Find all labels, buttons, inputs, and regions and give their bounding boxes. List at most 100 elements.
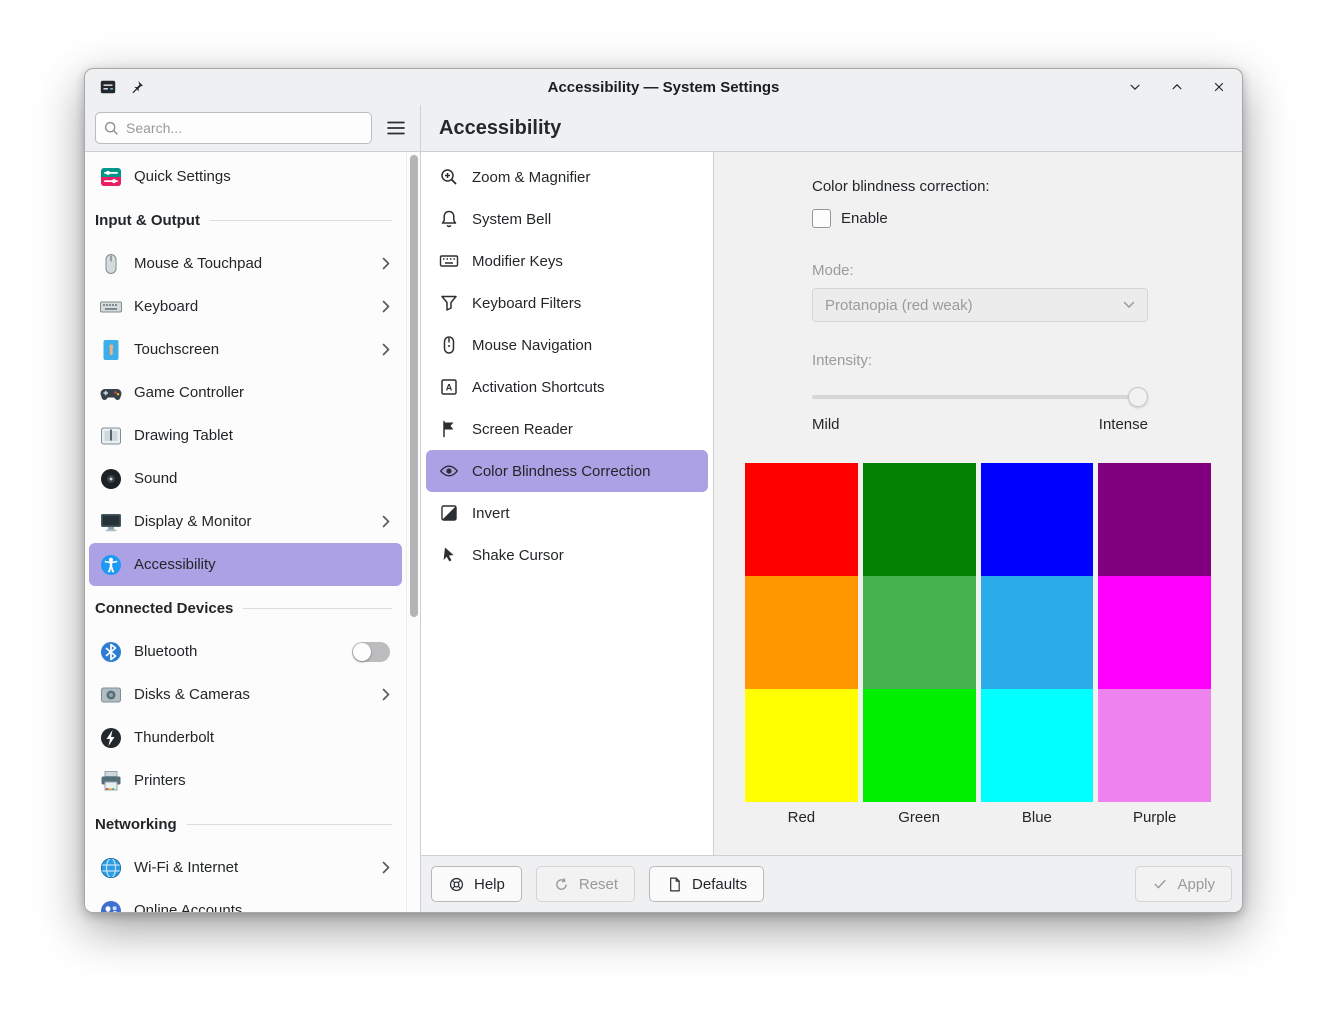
sidebar: Quick Settings Input & Output Mouse & To… <box>85 105 421 912</box>
toggle-knob <box>353 643 371 661</box>
sidebar-item-sound[interactable]: Sound <box>89 457 402 500</box>
sidebar-item-online-accounts[interactable]: Online Accounts <box>89 889 402 912</box>
disks-cameras-icon <box>99 683 123 707</box>
sidebar-item-accessibility[interactable]: Accessibility <box>89 543 402 586</box>
maximize-button[interactable] <box>1168 78 1186 96</box>
sidebar-item-touchscreen[interactable]: Touchscreen <box>89 328 402 371</box>
chevron-right-icon <box>382 300 390 313</box>
apply-button[interactable]: Apply <box>1135 866 1232 902</box>
sidebar-item-keyboard[interactable]: Keyboard <box>89 285 402 328</box>
color-swatch <box>745 689 858 802</box>
sidebar-scrollbar[interactable] <box>406 152 420 912</box>
sidebar-item-display-monitor[interactable]: Display & Monitor <box>89 500 402 543</box>
zoom-magnifier-icon <box>439 167 459 187</box>
color-swatch <box>981 463 1094 576</box>
category-activation-shortcuts[interactable]: A Activation Shortcuts <box>426 366 708 408</box>
sidebar-item-drawing-tablet[interactable]: Drawing Tablet <box>89 414 402 457</box>
online-accounts-icon <box>99 899 123 913</box>
search-input[interactable] <box>95 112 372 144</box>
reset-icon <box>553 876 570 893</box>
menu-button[interactable] <box>376 111 416 145</box>
modifier-keys-icon <box>439 251 459 271</box>
intensity-min-label: Mild <box>812 416 840 433</box>
category-color-blindness-correction[interactable]: Color Blindness Correction <box>426 450 708 492</box>
wifi-internet-icon <box>99 856 123 880</box>
category-label: Mouse Navigation <box>472 337 592 354</box>
category-keyboard-filters[interactable]: Keyboard Filters <box>426 282 708 324</box>
color-swatch <box>745 576 858 689</box>
keyboard-icon <box>99 295 123 319</box>
page-title: Accessibility <box>439 117 561 140</box>
category-label: Keyboard Filters <box>472 295 581 312</box>
section-rule <box>243 608 392 609</box>
category-shake-cursor[interactable]: Shake Cursor <box>426 534 708 576</box>
color-swatch <box>1098 689 1211 802</box>
category-label: Shake Cursor <box>472 547 564 564</box>
cursor-icon <box>439 545 459 565</box>
swatch-column-green <box>863 463 976 802</box>
category-label: Color Blindness Correction <box>472 463 650 480</box>
sidebar-item-printers[interactable]: Printers <box>89 759 402 802</box>
section-label: Input & Output <box>95 212 200 229</box>
slider-knob[interactable] <box>1128 387 1148 407</box>
category-modifier-keys[interactable]: Modifier Keys <box>426 240 708 282</box>
category-system-bell[interactable]: System Bell <box>426 198 708 240</box>
category-label: Screen Reader <box>472 421 573 438</box>
sidebar-section-input-output: Input & Output <box>85 198 406 242</box>
swatch-column-blue <box>981 463 1094 802</box>
search-icon <box>104 121 119 136</box>
enable-row: Enable <box>812 209 1148 228</box>
category-list: Zoom & Magnifier System Bell Modifier Ke… <box>421 152 714 855</box>
sidebar-item-game-controller[interactable]: Game Controller <box>89 371 402 414</box>
window-menu-icon[interactable] <box>99 78 117 96</box>
section-rule <box>187 824 392 825</box>
category-invert[interactable]: Invert <box>426 492 708 534</box>
help-button[interactable]: Help <box>431 866 522 902</box>
screen-reader-icon <box>439 419 459 439</box>
sidebar-item-mouse-touchpad[interactable]: Mouse & Touchpad <box>89 242 402 285</box>
sidebar-item-wifi-internet[interactable]: Wi-Fi & Internet <box>89 846 402 889</box>
enable-label: Enable <box>841 210 888 227</box>
titlebar-left-icons <box>99 78 145 96</box>
defaults-label: Defaults <box>692 876 747 893</box>
scrollbar-thumb[interactable] <box>410 155 418 617</box>
close-button[interactable] <box>1210 78 1228 96</box>
sidebar-item-quick-settings[interactable]: Quick Settings <box>89 155 402 198</box>
window-title: Accessibility — System Settings <box>85 79 1242 96</box>
color-swatch <box>981 689 1094 802</box>
help-label: Help <box>474 876 505 893</box>
mode-selected-value: Protanopia (red weak) <box>825 297 973 314</box>
minimize-button[interactable] <box>1126 78 1144 96</box>
touchscreen-icon <box>99 338 123 362</box>
reset-button[interactable]: Reset <box>536 866 635 902</box>
sidebar-item-label: Quick Settings <box>134 168 231 185</box>
sidebar-item-bluetooth[interactable]: Bluetooth <box>89 630 402 673</box>
section-label: Networking <box>95 816 177 833</box>
reset-label: Reset <box>579 876 618 893</box>
category-screen-reader[interactable]: Screen Reader <box>426 408 708 450</box>
check-icon <box>1152 876 1168 892</box>
bluetooth-toggle[interactable] <box>352 642 390 662</box>
color-swatch <box>1098 463 1211 576</box>
invert-icon <box>439 503 459 523</box>
category-mouse-navigation[interactable]: Mouse Navigation <box>426 324 708 366</box>
intensity-label: Intensity: <box>812 352 1148 369</box>
category-label: System Bell <box>472 211 551 228</box>
swatch-label-red: Red <box>745 809 858 826</box>
eye-icon <box>439 461 459 481</box>
sidebar-item-disks-cameras[interactable]: Disks & Cameras <box>89 673 402 716</box>
color-preview: Red Green Blue Purple <box>745 463 1211 826</box>
intensity-max-label: Intense <box>1099 416 1148 433</box>
sidebar-item-thunderbolt[interactable]: Thunderbolt <box>89 716 402 759</box>
enable-checkbox[interactable] <box>812 209 831 228</box>
category-zoom-magnifier[interactable]: Zoom & Magnifier <box>426 156 708 198</box>
drawing-tablet-icon <box>99 424 123 448</box>
pin-icon[interactable] <box>129 79 145 95</box>
color-swatch <box>981 576 1094 689</box>
titlebar: Accessibility — System Settings <box>85 69 1242 105</box>
sidebar-item-label: Online Accounts <box>134 902 242 912</box>
intensity-slider[interactable] <box>812 387 1148 407</box>
defaults-button[interactable]: Defaults <box>649 866 764 902</box>
mode-dropdown[interactable]: Protanopia (red weak) <box>812 288 1148 322</box>
panel-title: Color blindness correction: <box>812 178 1148 195</box>
